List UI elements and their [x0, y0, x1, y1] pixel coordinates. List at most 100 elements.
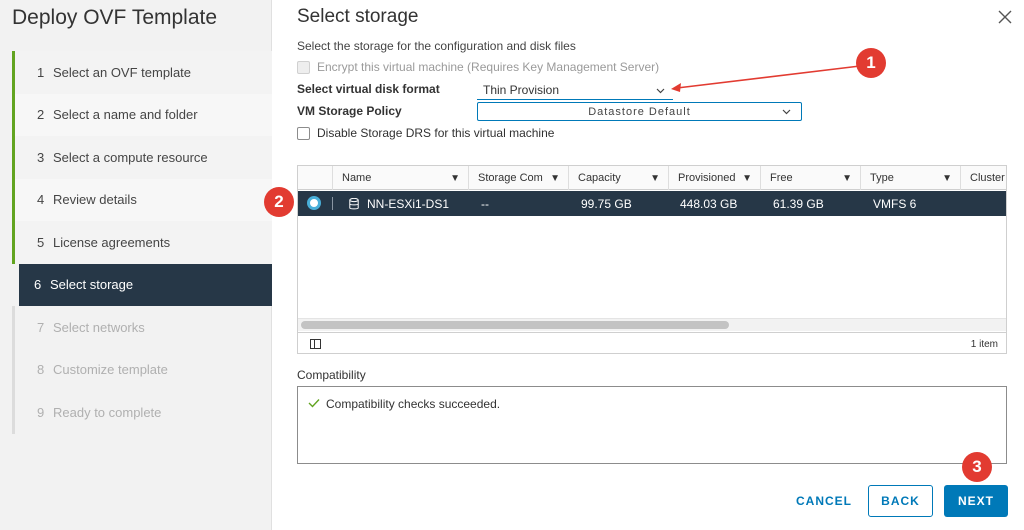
filter-icon[interactable]: ▼: [450, 173, 460, 184]
grid-footer: 1 item: [298, 332, 1006, 353]
step-select-networks: 7 Select networks: [12, 306, 272, 349]
cell-storage-compat: --: [481, 196, 489, 211]
encrypt-row: Encrypt this virtual machine (Requires K…: [297, 60, 659, 74]
chevron-down-icon: [782, 106, 791, 118]
cell-name: NN-ESXi1-DS1: [340, 191, 449, 216]
callout-arrow-1: [671, 65, 861, 92]
step-number: 8: [37, 362, 45, 378]
filter-icon[interactable]: ▼: [942, 173, 952, 184]
disable-drs-checkbox[interactable]: [297, 126, 310, 140]
step-label: Select a compute resource: [53, 149, 208, 165]
policy-row: VM Storage Policy: [297, 104, 402, 118]
step-number: 7: [37, 319, 45, 335]
disk-format-label: Select virtual disk format: [297, 82, 440, 96]
column-title: Name: [342, 172, 372, 184]
filter-icon[interactable]: ▼: [550, 173, 560, 184]
step-number: 1: [37, 64, 45, 80]
step-label: Review details: [53, 192, 137, 208]
policy-value: Datastore Default: [588, 105, 691, 118]
step-label: License agreements: [53, 234, 171, 250]
column-title: Cluster: [970, 172, 1005, 184]
check-icon: [308, 396, 320, 411]
filter-icon[interactable]: ▼: [842, 173, 852, 184]
grid-header: Name ▼ Storage Com ▼ Capacity ▼ Provisioned…: [298, 166, 1006, 190]
step-ready-to-complete: 9 Ready to complete: [12, 391, 272, 434]
compatibility-message: Compatibility checks succeeded.: [308, 396, 500, 411]
step-review-details[interactable]: 4 Review details: [12, 178, 272, 221]
datastore-name: NN-ESXi1-DS1: [367, 196, 450, 211]
drs-row: Disable Storage DRS for this virtual mac…: [297, 126, 554, 140]
storage-policy-select[interactable]: Datastore Default: [477, 102, 802, 121]
page-title: Select storage: [297, 6, 419, 27]
step-number: 3: [37, 149, 45, 165]
cell-type: VMFS 6: [873, 196, 917, 211]
column-header-name[interactable]: Name ▼: [332, 166, 468, 190]
drs-label: Disable Storage DRS for this virtual mac…: [317, 126, 555, 140]
step-label: Select a name and folder: [53, 107, 198, 123]
compatibility-box: Compatibility checks succeeded.: [297, 386, 1007, 464]
step-number: 9: [37, 404, 45, 420]
policy-label: VM Storage Policy: [297, 104, 402, 118]
wizard-steps: 1 Select an OVF template 2 Select a name a…: [12, 51, 272, 434]
disk-format-select[interactable]: Thin Provision: [477, 80, 673, 100]
disk-format-value: Thin Provision: [483, 82, 560, 97]
page-description: Select the storage for the configuration…: [297, 39, 576, 53]
encrypt-label: Encrypt this virtual machine (Requires K…: [317, 60, 660, 74]
compatibility-label: Compatibility: [297, 368, 366, 382]
back-button[interactable]: BACK: [868, 485, 933, 517]
step-select-compute-resource[interactable]: 3 Select a compute resource: [12, 136, 272, 179]
main-panel: Select storage Select the storage for th…: [264, 0, 1024, 530]
column-header-free[interactable]: Free ▼: [760, 166, 860, 190]
column-title: Free: [770, 172, 793, 184]
chevron-down-icon: [656, 83, 665, 97]
column-title: Capacity: [578, 172, 621, 184]
step-select-name-folder[interactable]: 2 Select a name and folder: [12, 93, 272, 136]
column-header-provisioned[interactable]: Provisioned ▼: [668, 166, 760, 190]
filter-icon[interactable]: ▼: [742, 173, 752, 184]
datastore-icon: [349, 197, 359, 210]
horizontal-scrollbar[interactable]: [298, 318, 1006, 331]
callout-badge-1: 1: [856, 48, 886, 78]
table-row[interactable]: NN-ESXi1-DS1 -- 99.75 GB 448.03 GB 61.39…: [298, 191, 1006, 216]
step-label: Select storage: [50, 277, 134, 293]
compatibility-text: Compatibility checks succeeded.: [326, 396, 501, 411]
wizard-title: Deploy OVF Template: [12, 6, 218, 29]
column-header-storage-compat[interactable]: Storage Com ▼: [468, 166, 568, 190]
column-header-capacity[interactable]: Capacity ▼: [568, 166, 668, 190]
step-number: 2: [37, 107, 45, 123]
step-label: Customize template: [53, 362, 168, 378]
cancel-button[interactable]: CANCEL: [788, 485, 860, 517]
row-divider: [332, 197, 333, 210]
column-title: Storage Com: [478, 172, 543, 184]
step-select-storage[interactable]: 6 Select storage: [19, 263, 272, 306]
row-radio-selected[interactable]: [307, 196, 321, 210]
cell-free: 61.39 GB: [773, 196, 824, 211]
scrollbar-thumb[interactable]: [301, 321, 729, 329]
step-label: Ready to complete: [53, 404, 162, 420]
step-label: Select networks: [53, 319, 145, 335]
step-license-agreements[interactable]: 5 License agreements: [12, 221, 272, 264]
column-toggle-icon[interactable]: [310, 339, 321, 349]
disk-format-row: Select virtual disk format: [297, 82, 440, 96]
next-button[interactable]: NEXT: [944, 485, 1008, 517]
close-icon[interactable]: [998, 10, 1012, 26]
cell-capacity: 99.75 GB: [581, 196, 632, 211]
callout-badge-3: 3: [962, 452, 992, 482]
encrypt-checkbox[interactable]: [297, 60, 310, 74]
column-title: Provisioned: [678, 172, 736, 184]
callout-badge-2: 2: [264, 187, 294, 217]
datastore-grid: Name ▼ Storage Com ▼ Capacity ▼ Provisioned…: [297, 165, 1007, 354]
step-label: Select an OVF template: [53, 64, 192, 80]
column-title: Type: [870, 172, 894, 184]
step-number: 5: [37, 234, 45, 250]
cell-cluster: [964, 191, 973, 216]
wizard-sidebar: Deploy OVF Template 1 Select an OVF templ…: [0, 0, 272, 530]
column-header-cluster[interactable]: Cluster: [960, 166, 1006, 190]
filter-icon[interactable]: ▼: [650, 173, 660, 184]
step-select-ovf-template[interactable]: 1 Select an OVF template: [12, 51, 272, 94]
step-customize-template: 8 Customize template: [12, 348, 272, 391]
cell-provisioned: 448.03 GB: [680, 196, 738, 211]
item-count: 1 item: [970, 339, 998, 350]
column-header-type[interactable]: Type ▼: [860, 166, 960, 190]
step-number: 6: [34, 277, 42, 293]
